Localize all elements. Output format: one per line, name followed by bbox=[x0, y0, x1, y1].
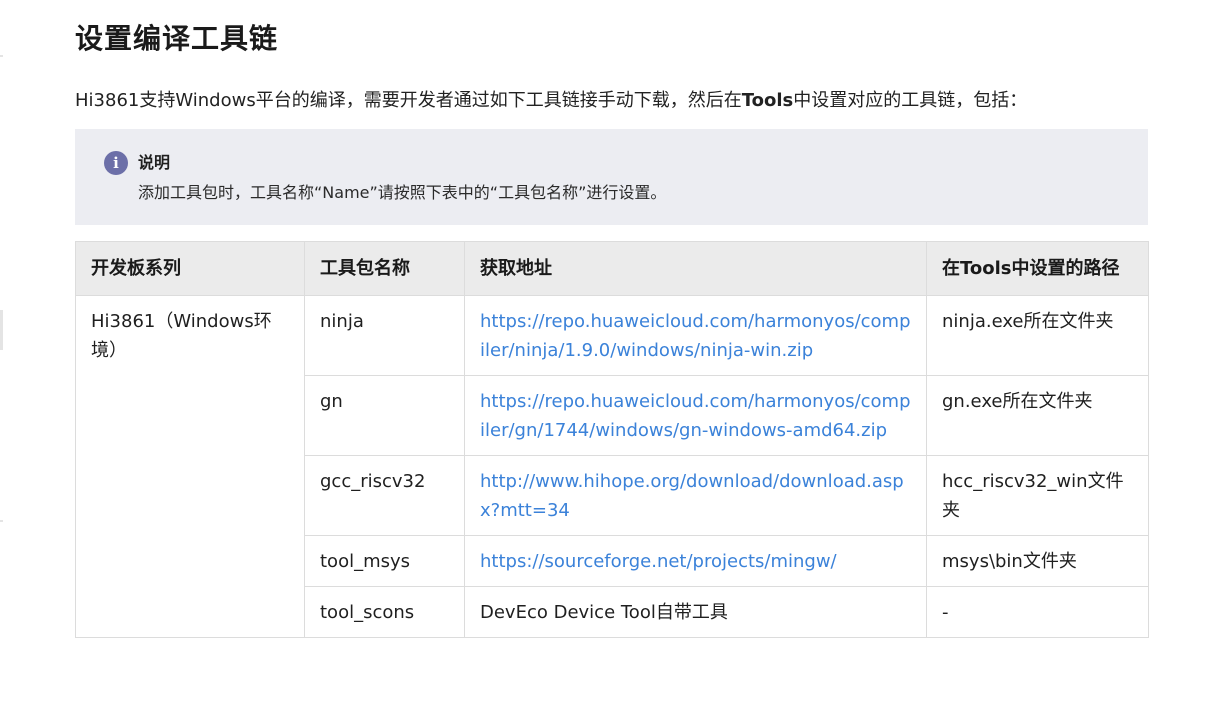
path-cell: ninja.exe所在文件夹 bbox=[926, 295, 1149, 376]
url-cell: http://www.hihope.org/download/download.… bbox=[464, 455, 927, 536]
toolkit-name-cell: ninja bbox=[304, 295, 465, 376]
left-edge-mark bbox=[0, 55, 3, 57]
note-box: i 说明 添加工具包时，工具名称“Name”请按照下表中的“工具包名称”进行设置… bbox=[75, 129, 1148, 225]
toolkit-name-cell: gcc_riscv32 bbox=[304, 455, 465, 536]
source-text-cell: DevEco Device Tool自带工具 bbox=[464, 586, 927, 638]
header-board-series: 开发板系列 bbox=[75, 241, 305, 296]
intro-text-before: Hi3861支持Windows平台的编译，需要开发者通过如下工具链接手动下载，然… bbox=[75, 90, 742, 111]
path-cell: hcc_riscv32_win文件夹 bbox=[926, 455, 1149, 536]
path-cell: - bbox=[926, 586, 1149, 638]
page-title: 设置编译工具链 bbox=[75, 22, 279, 55]
path-cell: gn.exe所在文件夹 bbox=[926, 375, 1149, 456]
table-row: Hi3861（Windows环境） ninja https://repo.hua… bbox=[75, 295, 1149, 638]
note-text: 添加工具包时，工具名称“Name”请按照下表中的“工具包名称”进行设置。 bbox=[138, 183, 667, 202]
header-toolkit-name: 工具包名称 bbox=[304, 241, 465, 296]
download-link[interactable]: https://repo.huaweicloud.com/harmonyos/c… bbox=[480, 311, 911, 361]
toolkit-name-cell: tool_scons bbox=[304, 586, 465, 638]
note-title: 说明 bbox=[138, 153, 171, 172]
path-cell: msys\bin文件夹 bbox=[926, 535, 1149, 587]
download-link[interactable]: http://www.hihope.org/download/download.… bbox=[480, 471, 904, 521]
url-cell: https://repo.huaweicloud.com/harmonyos/c… bbox=[464, 295, 927, 376]
header-download-url: 获取地址 bbox=[464, 241, 927, 296]
download-link[interactable]: https://sourceforge.net/projects/mingw/ bbox=[480, 551, 837, 572]
intro-paragraph: Hi3861支持Windows平台的编译，需要开发者通过如下工具链接手动下载，然… bbox=[75, 87, 1148, 115]
toolkit-name-cell: tool_msys bbox=[304, 535, 465, 587]
toolchain-table: 开发板系列 工具包名称 获取地址 在Tools中设置的路径 Hi3861（Win… bbox=[75, 241, 1149, 638]
toolkit-name-cell: gn bbox=[304, 375, 465, 456]
board-cell: Hi3861（Windows环境） bbox=[75, 295, 305, 638]
left-edge-mark bbox=[0, 520, 3, 522]
url-cell: https://sourceforge.net/projects/mingw/ bbox=[464, 535, 927, 587]
table-header-row: 开发板系列 工具包名称 获取地址 在Tools中设置的路径 bbox=[75, 241, 1149, 296]
header-tools-path: 在Tools中设置的路径 bbox=[926, 241, 1149, 296]
download-link[interactable]: https://repo.huaweicloud.com/harmonyos/c… bbox=[480, 391, 911, 441]
url-cell: https://repo.huaweicloud.com/harmonyos/c… bbox=[464, 375, 927, 456]
intro-text-bold: Tools bbox=[741, 90, 794, 111]
intro-text-after: 中设置对应的工具链，包括： bbox=[793, 90, 1028, 111]
left-edge-mark bbox=[0, 310, 3, 350]
info-icon: i bbox=[104, 151, 128, 175]
